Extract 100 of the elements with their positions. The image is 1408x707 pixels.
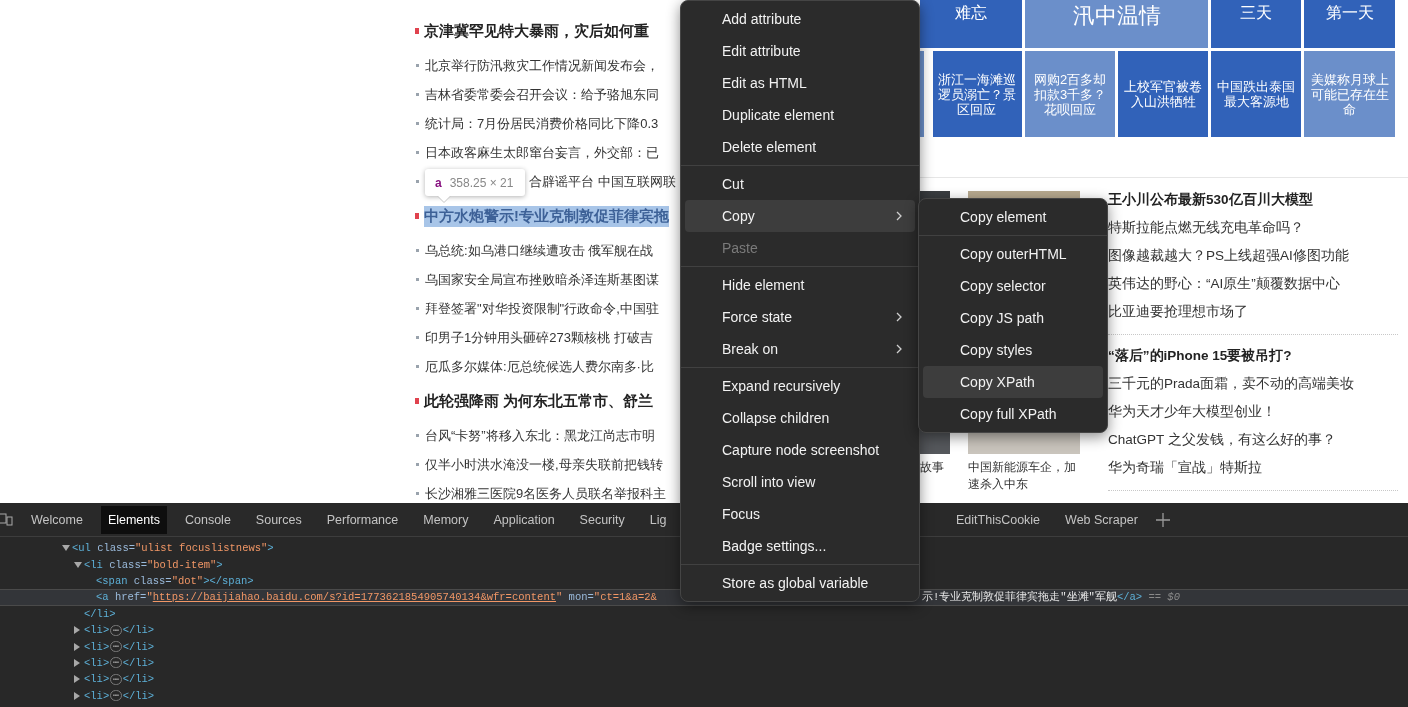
news-link[interactable]: 印男子1分钟用头砸碎273颗核桃 打破吉 xyxy=(425,328,653,347)
code-link[interactable]: https://baijiahao.baidu.com/s?id=1773621854905740134&wfr=content xyxy=(152,591,556,604)
news-link[interactable]: 图像越裁越大？PS上线超强AI修图功能 xyxy=(1108,242,1398,270)
news-tile[interactable]: 上校军官被卷入山洪牺牲 xyxy=(1118,51,1208,137)
menu-item[interactable]: Edit attribute xyxy=(685,35,915,67)
news-link[interactable]: 拜登签署"对华投资限制"行政命令,中国驻 xyxy=(425,299,659,318)
code-text: <a href="https://baijiahao.baidu.com/s?id=1773621854905740134&wfr=content" mon="ct=1&a=2& xyxy=(96,591,657,604)
collapsed-triangle-icon[interactable] xyxy=(74,642,80,651)
story-caption[interactable]: 中国新能源车企，加速杀入中东 xyxy=(968,459,1078,493)
headline-link[interactable]: “落后”的iPhone 15要被吊打? xyxy=(1108,342,1398,370)
bullet-icon xyxy=(416,64,419,67)
news-tile[interactable]: 浙江一海滩巡逻员溺亡？景区回应 xyxy=(920,51,1022,137)
menu-item[interactable]: Copy outerHTML xyxy=(923,238,1103,270)
news-tile[interactable]: 难忘 xyxy=(920,0,1022,48)
code-text: </li> xyxy=(122,673,155,686)
menu-item[interactable]: Copy styles xyxy=(923,334,1103,366)
news-link[interactable]: 厄瓜多尔媒体:厄总统候选人费尔南多·比 xyxy=(425,357,654,376)
devtools-tab[interactable]: Welcome xyxy=(24,505,90,534)
menu-item[interactable]: Collapse children xyxy=(685,402,915,434)
collapsed-triangle-icon[interactable] xyxy=(74,626,80,635)
expanded-triangle-icon[interactable] xyxy=(62,545,70,552)
devtools-tab[interactable]: Console xyxy=(178,505,238,534)
news-link[interactable]: 统计局：7月份居民消费价格同比下降0.3 xyxy=(425,114,659,133)
code-text: <li class="bold-item"> xyxy=(84,558,223,571)
news-link[interactable]: 长沙湘雅三医院9名医务人员联名举报科主 xyxy=(425,484,667,503)
menu-item[interactable]: Capture node screenshot xyxy=(685,434,915,466)
code-text: </li> xyxy=(84,607,116,620)
code-text: </li> xyxy=(122,656,155,669)
menu-item[interactable]: Copy selector xyxy=(923,270,1103,302)
menu-item[interactable]: Copy XPath xyxy=(923,366,1103,398)
menu-item[interactable]: Focus xyxy=(685,498,915,530)
menu-item[interactable]: Break on xyxy=(685,333,915,365)
bullet-icon xyxy=(415,28,419,34)
news-link[interactable]: ChatGPT 之父发钱，有这么好的事？ xyxy=(1108,426,1398,454)
bullet-icon xyxy=(416,122,419,125)
news-tile[interactable]: 中国跌出泰国最大客源地 xyxy=(1211,51,1301,137)
devtools-tab[interactable]: Application xyxy=(486,505,562,534)
devtools-tab[interactable]: Memory xyxy=(416,505,476,534)
devtools-tab[interactable]: Web Scraper xyxy=(1058,505,1145,534)
news-link[interactable]: 乌国家安全局宣布挫败暗杀泽连斯基图谋 xyxy=(425,270,659,289)
menu-item[interactable]: Force state xyxy=(685,301,915,333)
bullet-icon xyxy=(416,434,419,437)
headline-link[interactable]: 中方水炮警示!专业克制敦促菲律宾拖 xyxy=(424,205,669,227)
collapsed-triangle-icon[interactable] xyxy=(74,658,80,667)
devtools-tab[interactable]: Elements xyxy=(100,505,167,534)
bullet-icon xyxy=(416,307,419,310)
chevron-right-icon xyxy=(895,344,903,354)
code-text: <span class="dot"></span> xyxy=(96,574,254,587)
code-text: <li> xyxy=(84,624,110,637)
story-caption[interactable]: 故事 xyxy=(920,459,950,476)
menu-item[interactable]: Scroll into view xyxy=(685,466,915,498)
collapsed-triangle-icon[interactable] xyxy=(74,691,80,700)
size-text: 358.25 × 21 xyxy=(449,175,514,190)
collapsed-triangle-icon[interactable] xyxy=(74,675,80,684)
code-text: <ul class="ulist focuslistnews"> xyxy=(72,542,274,555)
bullet-icon xyxy=(416,249,419,252)
devtools-tab[interactable]: Lig xyxy=(642,505,674,534)
menu-item[interactable]: Hide element xyxy=(685,269,915,301)
menu-item[interactable]: Edit as HTML xyxy=(685,67,915,99)
devtools-tab[interactable]: Sources xyxy=(248,505,309,534)
menu-item[interactable]: Copy element xyxy=(923,201,1103,233)
menu-item[interactable]: Add attribute xyxy=(685,3,915,35)
menu-item[interactable]: Copy full XPath xyxy=(923,398,1103,430)
news-link[interactable]: 台风“卡努”将移入东北：黑龙江尚志市明 xyxy=(425,426,655,445)
code-text: <li> xyxy=(84,673,110,686)
menu-item[interactable]: Expand recursively xyxy=(685,370,915,402)
chevron-right-icon xyxy=(895,312,903,322)
news-link[interactable]: 日本政客麻生太郎窜台妄言，外交部：已 xyxy=(425,143,659,162)
news-link[interactable]: 英伟达的野心：“AI原生”颠覆数据中心 xyxy=(1108,270,1398,298)
news-link[interactable]: 合辟谣平台 中国互联网联 xyxy=(529,172,676,191)
menu-item[interactable]: Cut xyxy=(685,168,915,200)
devtools-tab[interactable]: Security xyxy=(572,505,632,534)
news-tile[interactable]: 第一天 xyxy=(1304,0,1395,48)
code-text: </li> xyxy=(122,624,155,637)
news-link[interactable]: 吉林省委常委会召开会议：给予骆旭东同 xyxy=(425,85,659,104)
news-link[interactable]: 乌总统:如乌港口继续遭攻击 俄军舰在战 xyxy=(425,241,654,260)
news-link[interactable]: 华为奇瑞「宣战」特斯拉 xyxy=(1108,454,1398,482)
menu-item[interactable]: Store as global variable xyxy=(685,567,915,599)
menu-item[interactable]: Badge settings... xyxy=(685,530,915,562)
devtools-tab[interactable]: EditThisCookie xyxy=(949,505,1048,534)
news-link[interactable]: 比亚迪要抢理想市场了 xyxy=(1108,298,1398,326)
news-link[interactable]: 华为天才少年大模型创业！ xyxy=(1108,398,1398,426)
menu-item[interactable]: Delete element xyxy=(685,131,915,163)
headline-link[interactable]: 京津冀罕见特大暴雨，灾后如何重 xyxy=(424,21,649,41)
device-toggle-icon[interactable] xyxy=(0,513,13,526)
news-link[interactable]: 特斯拉能点燃无线充电革命吗？ xyxy=(1108,214,1398,242)
news-link[interactable]: 北京举行防汛救灾工作情况新闻发布会， xyxy=(425,56,659,75)
menu-item[interactable]: Copy JS path xyxy=(923,302,1103,334)
devtools-tab[interactable]: Performance xyxy=(319,505,406,534)
bullet-icon xyxy=(416,151,419,154)
news-tile[interactable]: 三天 xyxy=(1211,0,1301,48)
add-tab-icon[interactable] xyxy=(1155,512,1170,527)
headline-link[interactable]: 此轮强降雨 为何东北五常市、舒兰 xyxy=(424,391,654,411)
news-link[interactable]: 仅半小时洪水淹没一楼,母亲失联前把钱转 xyxy=(425,455,663,474)
news-link[interactable]: 三千元的Prada面霜，卖不动的高端美妆 xyxy=(1108,370,1398,398)
menu-item[interactable]: Duplicate element xyxy=(685,99,915,131)
menu-item[interactable]: Copy xyxy=(685,200,915,232)
bullet-icon xyxy=(416,180,419,183)
headline-link[interactable]: 王小川公布最新530亿百川大模型 xyxy=(1108,186,1398,214)
expanded-triangle-icon[interactable] xyxy=(74,561,82,568)
